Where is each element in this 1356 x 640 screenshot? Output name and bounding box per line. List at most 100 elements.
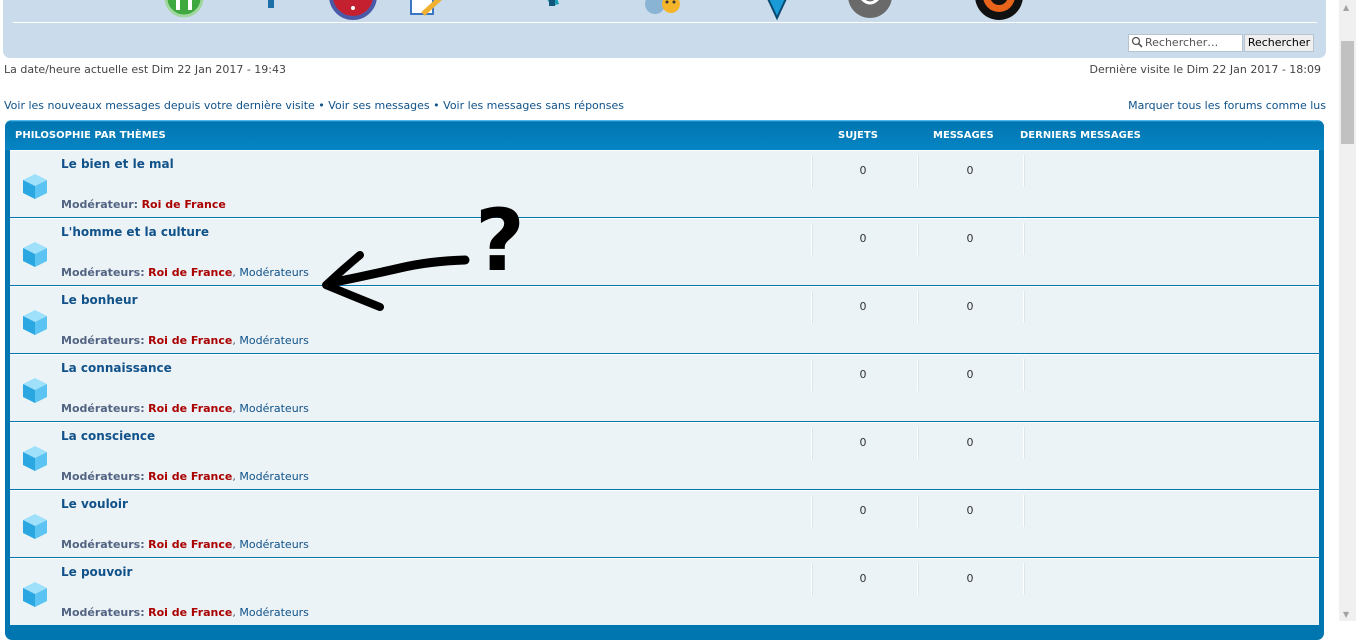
forum-title[interactable]: La conscience [61, 429, 155, 443]
forum-read-icon [23, 514, 47, 539]
target-icon[interactable] [971, 0, 1027, 22]
category-header: PHILOSOPHIE PAR THÈMES SUJETS MESSAGES D… [5, 120, 1324, 150]
column-divider [812, 495, 813, 527]
forum-title[interactable]: Le bien et le mal [61, 157, 174, 171]
moderator-label: Modérateurs: [61, 334, 145, 347]
moderator-user-link[interactable]: Roi de France [148, 470, 232, 483]
search-input[interactable]: Rechercher… [1128, 34, 1243, 52]
column-divider [1024, 359, 1025, 391]
messages-count: 0 [966, 300, 974, 313]
forum-title[interactable]: Le pouvoir [61, 565, 132, 579]
scroll-up-arrow[interactable]: ▲ [1343, 3, 1349, 12]
forum-title[interactable]: L'homme et la culture [61, 225, 209, 239]
topics-count: 0 [859, 232, 867, 245]
forum-read-icon [23, 310, 47, 335]
moderator-label: Modérateur: [61, 198, 139, 211]
column-divider [1024, 427, 1025, 459]
forum-moderators: Modérateurs: Roi de France, Modérateurs [61, 606, 309, 619]
column-divider [918, 291, 919, 323]
annotation-arrow: ? [322, 191, 525, 311]
column-divider [1024, 291, 1025, 323]
forum-read-icon [23, 582, 47, 607]
forum-title[interactable]: Le bonheur [61, 293, 137, 307]
column-divider [812, 291, 813, 323]
column-divider [812, 563, 813, 595]
column-divider [812, 427, 813, 459]
forum-title[interactable]: La connaissance [61, 361, 172, 375]
column-divider [918, 359, 919, 391]
members-icon[interactable] [263, 0, 279, 18]
forum-title[interactable]: Le vouloir [61, 497, 128, 511]
top-navigation-panel: Rechercher… Rechercher [3, 0, 1326, 58]
messages-count: 0 [966, 504, 974, 517]
moderator-user-link[interactable]: Roi de France [148, 266, 232, 279]
moderator-group-link[interactable]: Modérateurs [239, 266, 309, 279]
column-messages: MESSAGES [933, 130, 994, 141]
forum-row: La connaissance Modérateurs: Roi de Franc… [10, 354, 1319, 421]
column-divider [918, 563, 919, 595]
forum-icon[interactable] [163, 0, 205, 20]
column-topics: SUJETS [838, 130, 878, 141]
search-button[interactable]: Rechercher [1244, 34, 1314, 52]
forum-row: Le vouloir Modérateurs: Roi de France, Mo… [10, 490, 1319, 557]
moderator-group-link[interactable]: Modérateurs [239, 402, 309, 415]
category-title[interactable]: PHILOSOPHIE PAR THÈMES [15, 130, 166, 141]
column-divider [1024, 563, 1025, 595]
column-divider [918, 155, 919, 187]
moderator-user-link[interactable]: Roi de France [148, 606, 232, 619]
moderator-user-link[interactable]: Roi de France [148, 538, 232, 551]
new-messages-link[interactable]: Voir les nouveaux messages depuis votre … [4, 99, 315, 112]
messages-count: 0 [966, 368, 974, 381]
forum-moderators: Modérateurs: Roi de France, Modérateurs [61, 334, 309, 347]
topics-count: 0 [859, 368, 867, 381]
moderator-user-link[interactable]: Roi de France [148, 334, 232, 347]
forum-row: Le bien et le mal Modérateur: Roi de Fran… [10, 150, 1319, 217]
topics-count: 0 [859, 436, 867, 449]
forum-row: La conscience Modérateurs: Roi de France,… [10, 422, 1319, 489]
column-divider [812, 155, 813, 187]
location-icon[interactable] [759, 0, 795, 22]
moderator-label: Modérateurs: [61, 266, 145, 279]
column-divider [1024, 155, 1025, 187]
forum-row: Le pouvoir Modérateurs: Roi de France, Mo… [10, 558, 1319, 625]
forum-read-icon [23, 378, 47, 403]
forum-read-icon [23, 446, 47, 471]
moderator-label: Modérateurs: [61, 606, 145, 619]
edit-icon[interactable] [407, 0, 453, 20]
search-placeholder: Rechercher… [1145, 36, 1219, 49]
unanswered-link[interactable]: Voir les messages sans réponses [443, 99, 624, 112]
column-divider [918, 223, 919, 255]
forum-category: PHILOSOPHIE PAR THÈMES SUJETS MESSAGES D… [5, 120, 1324, 640]
help-icon[interactable] [328, 0, 378, 20]
scrollbar-thumb[interactable] [1341, 41, 1354, 144]
forum-moderators: Modérateurs: Roi de France, Modérateurs [61, 470, 309, 483]
scroll-down-arrow[interactable]: ▼ [1343, 610, 1349, 619]
column-divider [812, 223, 813, 255]
mark-all-read-link[interactable]: Marquer tous les forums comme lus [1128, 99, 1326, 112]
user-icon[interactable] [537, 0, 573, 20]
forum-row: Le bonheur Modérateurs: Roi de France, Mo… [10, 286, 1319, 353]
panel-divider [13, 22, 1317, 23]
moderator-user-link[interactable]: Roi de France [148, 402, 232, 415]
column-divider [1024, 223, 1025, 255]
column-divider [918, 427, 919, 459]
forum-row: L'homme et la culture Modérateurs: Roi de… [10, 218, 1319, 285]
moderator-group-link[interactable]: Modérateurs [239, 606, 309, 619]
moderator-group-link[interactable]: Modérateurs [239, 538, 309, 551]
link-separator: • [314, 99, 329, 112]
nav-icon-strip [3, 0, 1326, 22]
chat-icon[interactable] [845, 0, 895, 22]
smileys-icon[interactable] [641, 0, 691, 22]
your-messages-link[interactable]: Voir ses messages [328, 99, 429, 112]
topics-count: 0 [859, 300, 867, 313]
last-visit: Dernière visite le Dim 22 Jan 2017 - 18:… [1089, 63, 1322, 76]
forum-read-icon [23, 174, 47, 199]
topics-count: 0 [859, 164, 867, 177]
forum-read-icon [23, 242, 47, 267]
moderator-group-link[interactable]: Modérateurs [239, 470, 309, 483]
messages-count: 0 [966, 232, 974, 245]
moderator-user-link[interactable]: Roi de France [142, 198, 226, 211]
column-last-messages: DERNIERS MESSAGES [1020, 130, 1141, 141]
topics-count: 0 [859, 504, 867, 517]
moderator-group-link[interactable]: Modérateurs [239, 334, 309, 347]
